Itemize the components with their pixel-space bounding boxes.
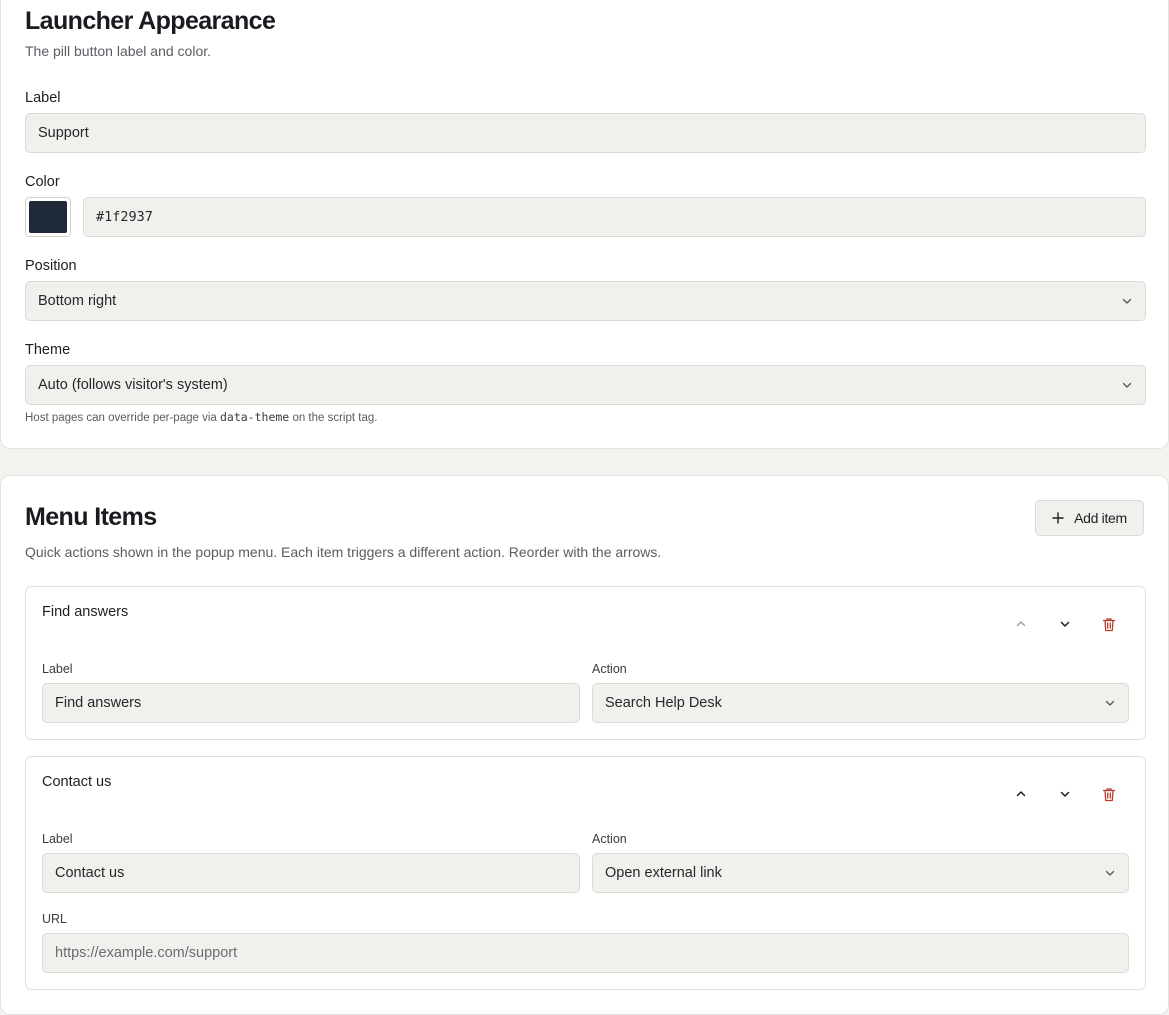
chevron-up-icon — [1016, 791, 1026, 797]
section-title: Launcher Appearance — [25, 7, 276, 35]
launcher-label-value: Support — [38, 125, 89, 141]
item-url-caption: URL — [42, 912, 68, 926]
plus-icon — [1052, 512, 1064, 524]
item-label-caption: Label — [42, 832, 73, 846]
chevron-down-icon — [1122, 382, 1132, 388]
section-subtitle: The pill button label and color. — [25, 43, 212, 59]
move-up-button[interactable] — [1008, 781, 1034, 807]
theme-hint: Host pages can override per-page via dat… — [25, 410, 377, 424]
move-down-button[interactable] — [1052, 611, 1078, 637]
item-action-caption: Action — [592, 832, 627, 846]
position-field-label: Position — [25, 258, 77, 274]
item-url-value: https://example.com/support — [55, 945, 238, 961]
item-action-caption: Action — [592, 662, 627, 676]
move-down-button[interactable] — [1052, 781, 1078, 807]
delete-item-button[interactable] — [1096, 781, 1122, 807]
item-label-input[interactable]: Contact us — [42, 853, 580, 893]
chevron-down-icon — [1105, 870, 1115, 876]
color-hex-input[interactable]: #1f2937 — [83, 197, 1146, 237]
item-action-value: Open external link — [605, 865, 722, 881]
color-swatch-fill — [29, 201, 67, 233]
hint-text-before: Host pages can override per-page via — [25, 412, 217, 424]
move-up-button[interactable] — [1008, 611, 1034, 637]
menu-item-title: Find answers — [42, 604, 129, 620]
theme-field-label: Theme — [25, 342, 71, 358]
launcher-label-input[interactable]: Support — [25, 113, 1146, 153]
menu-item-card: Contact us Label Contact us Action Open … — [25, 756, 1146, 990]
add-item-label: Add item — [1074, 510, 1127, 526]
chevron-down-icon — [1060, 621, 1070, 627]
item-label-caption: Label — [42, 662, 73, 676]
color-swatch-picker[interactable] — [25, 197, 71, 237]
chevron-down-icon — [1122, 298, 1132, 304]
menu-items-card: Menu Items Add item Quick actions shown … — [0, 475, 1169, 1015]
item-label-value: Contact us — [55, 865, 125, 881]
item-action-select[interactable]: Open external link — [592, 853, 1129, 893]
chevron-down-icon — [1060, 791, 1070, 797]
item-label-value: Find answers — [55, 695, 142, 711]
chevron-up-icon — [1016, 621, 1026, 627]
chevron-down-icon — [1105, 700, 1115, 706]
trash-icon — [1102, 787, 1116, 801]
section-title: Menu Items — [25, 503, 157, 531]
theme-select[interactable]: Auto (follows visitor's system) — [25, 365, 1146, 405]
item-label-input[interactable]: Find answers — [42, 683, 580, 723]
color-hex-value: #1f2937 — [96, 209, 153, 225]
section-subtitle: Quick actions shown in the popup menu. E… — [25, 544, 662, 560]
menu-item-card: Find answers Label Find answers Action S… — [25, 586, 1146, 740]
theme-select-value: Auto (follows visitor's system) — [38, 377, 228, 393]
label-field-label: Label — [25, 90, 61, 106]
item-url-input[interactable]: https://example.com/support — [42, 933, 1129, 973]
position-select-value: Bottom right — [38, 293, 117, 309]
hint-text-after: on the script tag. — [292, 412, 378, 424]
add-item-button[interactable]: Add item — [1035, 500, 1144, 536]
trash-icon — [1102, 617, 1116, 631]
launcher-appearance-card: Launcher Appearance The pill button labe… — [0, 0, 1169, 449]
delete-item-button[interactable] — [1096, 611, 1122, 637]
menu-item-title: Contact us — [42, 774, 112, 790]
item-action-select[interactable]: Search Help Desk — [592, 683, 1129, 723]
position-select[interactable]: Bottom right — [25, 281, 1146, 321]
color-field-label: Color — [25, 174, 60, 190]
hint-code: data-theme — [219, 410, 290, 424]
item-action-value: Search Help Desk — [605, 695, 722, 711]
